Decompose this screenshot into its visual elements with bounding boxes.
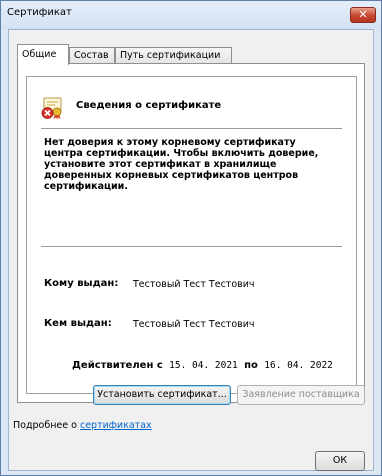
warning-divider [41, 246, 342, 247]
valid-from-date: 15. 04. 2021 [169, 360, 238, 371]
certificate-error-icon [41, 97, 62, 120]
title-bar[interactable]: Сертификат ✕ [1, 1, 381, 29]
issuer-statement-button[interactable]: Заявление поставщика [237, 385, 365, 405]
valid-to-label: по [244, 360, 258, 371]
dialog-client-area: Общие Состав Путь сертификации Сведения … [8, 29, 374, 471]
heading-divider [41, 128, 342, 129]
certificate-info-box: Сведения о сертификате Нет доверия к это… [26, 76, 357, 394]
close-button[interactable]: ✕ [350, 7, 376, 23]
trust-warning-text: Нет доверия к этому корневому сертификат… [44, 137, 319, 192]
tab-panel-general: Сведения о сертификате Нет доверия к это… [17, 63, 365, 403]
issued-by-value: Тестовый Тест Тестович [133, 319, 255, 330]
issued-to-value: Тестовый Тест Тестович [133, 279, 255, 290]
tab-general[interactable]: Общие [17, 44, 69, 65]
certificate-dialog: Сертификат ✕ Общие Состав Путь сертифика… [0, 0, 382, 476]
issued-by-label: Кем выдан: [44, 318, 112, 329]
certificates-help-link[interactable]: сертификатах [80, 420, 152, 431]
tab-certification-path[interactable]: Путь сертификации [115, 47, 232, 64]
more-info-prefix: Подробнее о [13, 420, 80, 431]
install-certificate-button[interactable]: Установить сертификат... [93, 385, 231, 405]
window-title: Сертификат [7, 7, 72, 18]
more-info-line: Подробнее о сертификатах [13, 420, 152, 431]
ok-button[interactable]: ОК [315, 451, 365, 471]
valid-from-label: Действителен с [72, 360, 163, 371]
validity-line: Действителен с 15. 04. 2021 по 16. 04. 2… [72, 360, 333, 371]
valid-to-date: 16. 04. 2022 [264, 360, 333, 371]
tab-details[interactable]: Состав [69, 47, 115, 64]
info-heading: Сведения о сертификате [76, 100, 222, 111]
issued-to-label: Кому выдан: [44, 278, 119, 289]
